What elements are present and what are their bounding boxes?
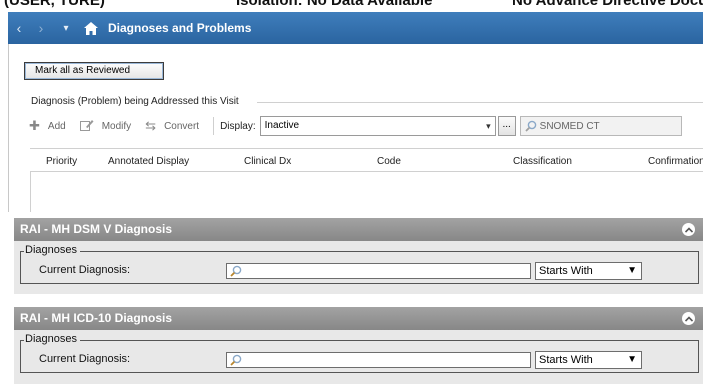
modify-label: Modify	[101, 120, 132, 132]
group-divider	[257, 102, 703, 103]
diagnoses-panel: Mark all as Reviewed Diagnosis (Problem)…	[8, 44, 703, 212]
column-header-classification[interactable]: Classification	[513, 156, 572, 167]
forward-button[interactable]: ›	[30, 20, 52, 36]
chevron-down-icon: ▾	[486, 121, 491, 131]
column-header-code[interactable]: Code	[377, 156, 401, 167]
chevron-down-icon: ▼	[627, 354, 637, 365]
banner-directive-text: No Advance Directive Document	[512, 0, 703, 9]
page-title: Diagnoses and Problems	[108, 21, 252, 35]
column-header-annotated-display[interactable]: Annotated Display	[108, 156, 189, 167]
diagnosis-toolbar: ✚ Add Modify ⇆ Convert Display: Inactive…	[29, 114, 703, 138]
match-mode-value: Starts With	[539, 354, 593, 366]
banner-isolation-text: Isolation: No Data Available	[236, 0, 433, 9]
current-diagnosis-input[interactable]	[226, 352, 531, 368]
column-header-confirmation[interactable]: Confirmation	[648, 156, 703, 167]
column-header-priority[interactable]: Priority	[46, 156, 77, 167]
fieldset-legend: Diagnoses	[25, 333, 77, 345]
convert-button[interactable]: ⇆ Convert	[145, 118, 199, 134]
diagnosis-grid-body	[30, 172, 703, 212]
column-header-clinical-dx[interactable]: Clinical Dx	[244, 156, 291, 167]
search-icon	[230, 265, 242, 277]
display-label: Display:	[220, 120, 256, 132]
collapse-icon[interactable]	[682, 312, 695, 325]
current-diagnosis-label: Current Diagnosis:	[39, 264, 131, 276]
chevron-down-icon: ▼	[627, 265, 637, 276]
rai-dsm-section: RAI - MH DSM V Diagnosis Diagnoses Curre…	[14, 218, 703, 294]
match-mode-select[interactable]: Starts With ▼	[535, 262, 642, 280]
edit-icon	[79, 119, 94, 134]
section-header: RAI - MH ICD-10 Diagnosis	[14, 307, 703, 330]
current-diagnosis-input[interactable]	[226, 263, 531, 279]
plus-icon: ✚	[29, 118, 40, 133]
match-mode-select[interactable]: Starts With ▼	[535, 351, 642, 369]
snomed-search-field[interactable]: SNOMED CT	[519, 116, 682, 136]
section-header: RAI - MH DSM V Diagnosis	[14, 218, 703, 241]
modify-button[interactable]: Modify	[79, 119, 132, 134]
collapse-icon[interactable]	[682, 223, 695, 236]
display-select[interactable]: Inactive ▾	[259, 116, 496, 136]
match-mode-value: Starts With	[539, 265, 593, 277]
convert-arrows-icon: ⇆	[145, 118, 157, 133]
section-title: RAI - MH ICD-10 Diagnosis	[20, 311, 173, 325]
nav-menu-dropdown[interactable]: ▾	[58, 23, 74, 34]
navigation-bar: ‹ › ▾ Diagnoses and Problems	[8, 12, 703, 44]
banner-patient-text: (USER, TURE)	[4, 0, 105, 9]
diagnoses-fieldset: Diagnoses Current Diagnosis: Starts With…	[20, 333, 699, 373]
home-icon[interactable]	[84, 21, 98, 35]
add-label: Add	[47, 120, 66, 132]
current-diagnosis-label: Current Diagnosis:	[39, 353, 131, 365]
mark-all-reviewed-button[interactable]: Mark all as Reviewed	[24, 62, 164, 80]
diagnosis-group-label: Diagnosis (Problem) being Addressed this…	[31, 96, 243, 107]
display-value: Inactive	[264, 120, 300, 131]
display-options-button[interactable]: ...	[497, 116, 516, 136]
search-icon	[230, 354, 242, 366]
convert-label: Convert	[164, 120, 200, 132]
rai-icd10-section: RAI - MH ICD-10 Diagnosis Diagnoses Curr…	[14, 307, 703, 384]
snomed-value: SNOMED CT	[539, 120, 600, 132]
section-title: RAI - MH DSM V Diagnosis	[20, 222, 173, 236]
fieldset-legend: Diagnoses	[25, 244, 77, 256]
search-icon	[525, 120, 536, 132]
diagnosis-grid-header: Priority Annotated Display Clinical Dx C…	[30, 148, 703, 172]
add-button[interactable]: ✚ Add	[29, 118, 66, 134]
back-button[interactable]: ‹	[8, 20, 30, 36]
toolbar-separator	[213, 117, 215, 135]
diagnoses-fieldset: Diagnoses Current Diagnosis: Starts With…	[20, 244, 699, 284]
patient-banner-strip: (USER, TURE) Isolation: No Data Availabl…	[0, 0, 703, 12]
